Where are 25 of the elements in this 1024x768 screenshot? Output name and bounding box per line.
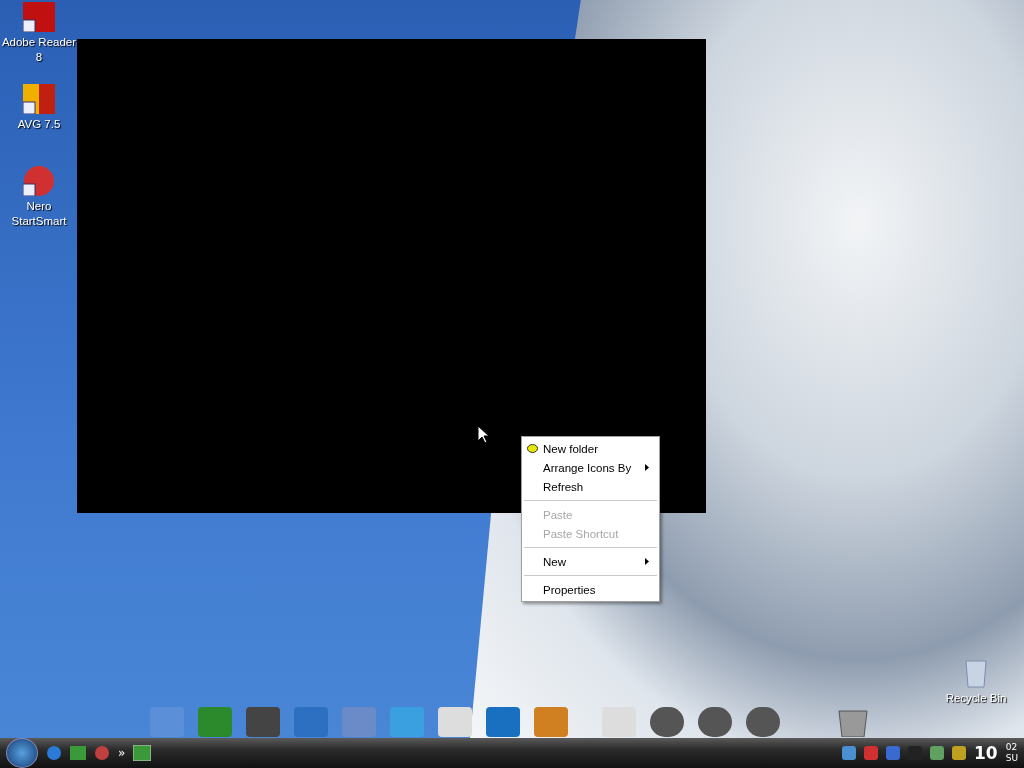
- tray-icon[interactable]: [842, 746, 856, 760]
- clock-minute: 02: [1005, 743, 1018, 752]
- clock-hour: 10: [974, 743, 998, 763]
- tray-icon[interactable]: [930, 746, 944, 760]
- desktop-icon-label[interactable]: AVG 7.5: [17, 117, 61, 132]
- clock-day: SU: [1005, 754, 1018, 763]
- shortcut-icon[interactable]: [23, 166, 55, 196]
- start-orb[interactable]: [6, 738, 38, 768]
- tray-icon[interactable]: [952, 746, 966, 760]
- app-icon[interactable]: [70, 745, 86, 761]
- overflow-chevron[interactable]: »: [118, 746, 126, 760]
- menu-item[interactable]: Arrange Icons By: [522, 458, 659, 477]
- shortcut-icon[interactable]: [23, 84, 55, 114]
- menu-item[interactable]: New folder: [522, 439, 659, 458]
- desktop-icon-label[interactable]: Nero StartSmart: [0, 199, 78, 229]
- recycle-bin-icon[interactable]: [964, 658, 988, 688]
- menu-item[interactable]: Refresh: [522, 477, 659, 496]
- tray-icon[interactable]: [886, 746, 900, 760]
- menu-item[interactable]: New: [522, 552, 659, 571]
- taskbar-window-icon[interactable]: [133, 745, 152, 761]
- menu-item[interactable]: Properties: [522, 580, 659, 599]
- tray-icon[interactable]: [864, 746, 878, 760]
- shortcut-icon[interactable]: [23, 2, 55, 32]
- mouse-cursor-icon: [477, 425, 489, 443]
- desktop-icon-label[interactable]: Adobe Reader 8: [0, 35, 78, 65]
